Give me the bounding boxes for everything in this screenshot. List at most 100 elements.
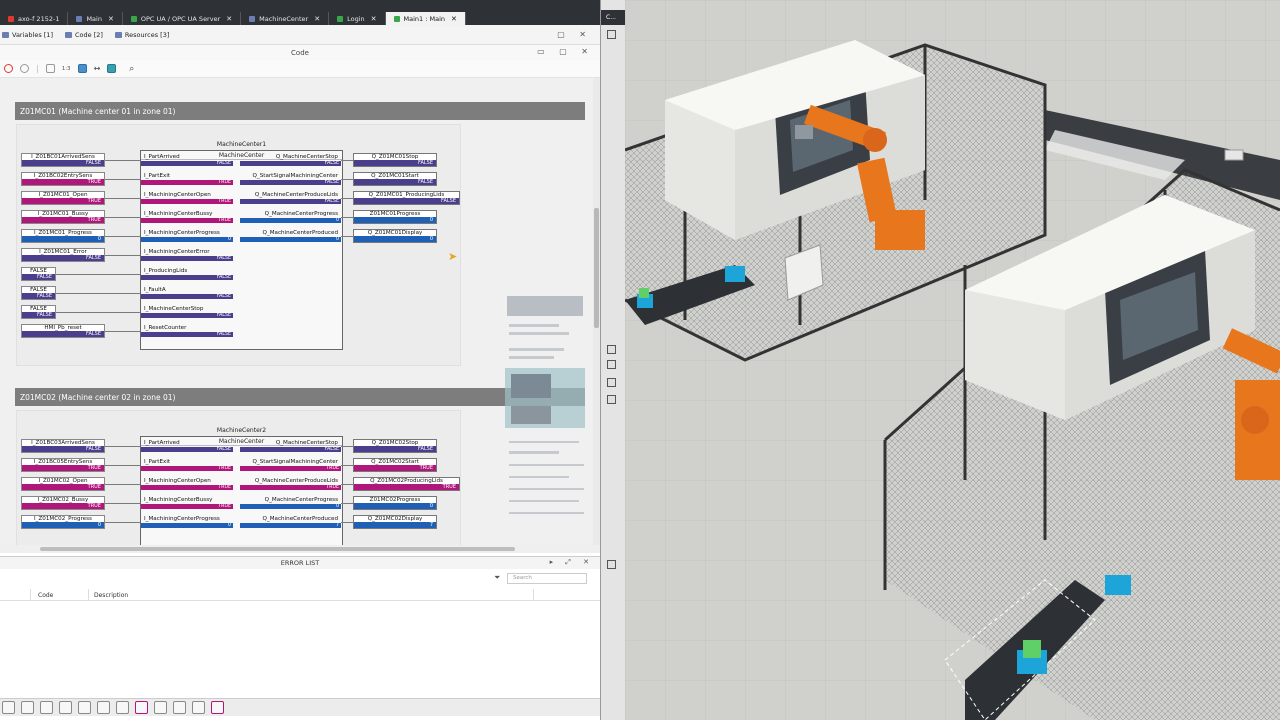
function-block[interactable]: MachineCenter — [140, 436, 343, 545]
input-variable[interactable]: I_Z01MC01_Progress 0 — [21, 229, 105, 243]
output-variable[interactable]: Q_Z01MC02Display 7 — [353, 515, 437, 529]
fit-icon[interactable] — [77, 64, 87, 73]
side-pin-icon[interactable] — [607, 30, 616, 39]
output-variable[interactable]: Q_Z01MC01Stop FALSE — [353, 153, 437, 167]
tab-0[interactable]: axo-f 2152-1 — [0, 12, 69, 25]
section-header[interactable]: Z01MC02 (Machine center 02 in zone 01) — [15, 388, 585, 406]
fb-output-pin[interactable]: Q_MachineCenterStop FALSE — [240, 439, 341, 452]
input-variable[interactable]: I_Z01MC02_Bussy TRUE — [21, 496, 105, 510]
fb-input-pin[interactable]: I_PartExit TRUE — [141, 458, 233, 471]
fb-input-pin[interactable]: I_ProducingLids FALSE — [141, 267, 233, 280]
output-variable[interactable]: Z01MC02Progress 0 — [353, 496, 437, 510]
fb-output-pin[interactable]: Q_MachineCenterProduceLids FALSE — [240, 191, 341, 204]
fb-input-pin[interactable]: I_MachiningCenterBussy TRUE — [141, 496, 233, 509]
tab-close-icon[interactable]: ✕ — [451, 15, 457, 23]
output-variable[interactable]: Q_Z01MC01_ProducingLids FALSE — [353, 191, 460, 205]
bottom-tool-icon[interactable] — [78, 701, 91, 714]
bottom-tool-icon[interactable] — [40, 701, 53, 714]
output-variable[interactable]: Q_Z01MC02ProducingLids TRUE — [353, 477, 460, 491]
subtab-code[interactable]: Code [2] — [63, 31, 113, 39]
output-variable[interactable]: Q_Z01MC02Start TRUE — [353, 458, 437, 472]
fb-output-pin[interactable]: Q_StartSignalMachiningCenter TRUE — [240, 458, 341, 471]
bottom-tool-icon[interactable] — [116, 701, 129, 714]
side-chevron-icon[interactable] — [607, 395, 616, 404]
constant-input[interactable]: FALSE FALSE — [21, 305, 56, 319]
bottom-tool-icon[interactable] — [211, 701, 224, 714]
hscroll-thumb[interactable] — [40, 547, 515, 551]
input-variable[interactable]: I_Z01BC03ArrivedSens FALSE — [21, 439, 105, 453]
tab-2[interactable]: OPC UA / OPC UA Server ✕ — [123, 12, 242, 25]
factory-3d-view[interactable] — [625, 0, 1280, 720]
record-icon[interactable] — [20, 64, 29, 73]
bottom-tool-icon[interactable] — [154, 701, 167, 714]
section-header[interactable]: Z01MC01 (Machine center 01 in zone 01) — [15, 102, 585, 120]
fb-output-pin[interactable]: Q_MachineCenterProduceLids TRUE — [240, 477, 341, 490]
panel-controls[interactable]: ▢ ✕ — [557, 30, 592, 39]
bottom-tool-icon[interactable] — [2, 701, 15, 714]
fb-input-pin[interactable]: I_MachiningCenterBussy TRUE — [141, 210, 233, 223]
tab-4[interactable]: Login ✕ — [329, 12, 386, 25]
horizontal-scrollbar[interactable] — [0, 545, 600, 553]
tab-close-icon[interactable]: ✕ — [371, 15, 377, 23]
output-variable[interactable]: Q_Z01MC01Display 0 — [353, 229, 437, 243]
side-grid-icon[interactable] — [607, 360, 616, 369]
input-variable[interactable]: I_Z01MC02_Open TRUE — [21, 477, 105, 491]
bottom-tool-icon[interactable] — [21, 701, 34, 714]
tab-close-icon[interactable]: ✕ — [108, 15, 114, 23]
bottom-tool-icon[interactable] — [192, 701, 205, 714]
vertical-scrollbar[interactable] — [593, 78, 600, 545]
fb-input-pin[interactable]: I_MachiningCenterError FALSE — [141, 248, 233, 261]
output-variable[interactable]: Q_Z01MC01Start FALSE — [353, 172, 437, 186]
fb-input-pin[interactable]: I_PartArrived FALSE — [141, 153, 233, 166]
fb-input-pin[interactable]: I_MachiningCenterOpen TRUE — [141, 477, 233, 490]
input-variable[interactable]: I_Z01MC01_Error FALSE — [21, 248, 105, 262]
output-variable[interactable]: Q_Z01MC02Stop FALSE — [353, 439, 437, 453]
filter-icon[interactable]: ⏷ — [494, 573, 500, 583]
tab-5[interactable]: Main1 : Main ✕ — [385, 12, 466, 25]
vscroll-thumb[interactable] — [594, 208, 599, 328]
tab-1[interactable]: Main ✕ — [68, 12, 123, 25]
fb-output-pin[interactable]: Q_MachineCenterStop FALSE — [240, 153, 341, 166]
fb-input-pin[interactable]: I_MachineCenterStop FALSE — [141, 305, 233, 318]
side-tab[interactable]: C... — [601, 10, 626, 25]
error-list-controls[interactable]: ▸ ⤢ ✕ — [550, 558, 594, 567]
select-icon[interactable] — [107, 64, 117, 73]
fb-output-pin[interactable]: Q_MachineCenterProduced 0 — [240, 229, 341, 242]
fb-input-pin[interactable]: I_PartExit TRUE — [141, 172, 233, 185]
tab-close-icon[interactable]: ✕ — [314, 15, 320, 23]
fb-output-pin[interactable]: Q_MachineCenterProduced 7 — [240, 515, 341, 528]
code-panel-controls[interactable]: ▭ ▢ ✕ — [537, 47, 594, 56]
input-variable[interactable]: I_Z01BC01ArrivedSens FALSE — [21, 153, 105, 167]
grid-icon[interactable] — [45, 64, 55, 73]
subtab-resources[interactable]: Resources [3] — [113, 31, 179, 39]
constant-input[interactable]: FALSE FALSE — [21, 286, 56, 300]
input-variable[interactable]: I_Z01MC01_Open TRUE — [21, 191, 105, 205]
bottom-tool-icon[interactable] — [173, 701, 186, 714]
subtab-variables[interactable]: Variables [1] — [0, 31, 63, 39]
fb-input-pin[interactable]: I_ResetCounter FALSE — [141, 324, 233, 337]
fb-input-pin[interactable]: I_MachiningCenterProgress 0 — [141, 515, 233, 528]
fb-input-pin[interactable]: I_MachiningCenterProgress 0 — [141, 229, 233, 242]
bottom-tool-icon[interactable] — [59, 701, 72, 714]
bottom-tool-icon[interactable] — [135, 701, 148, 714]
fb-output-pin[interactable]: Q_MachineCenterProgress 0 — [240, 210, 341, 223]
fb-input-pin[interactable]: I_FaultA FALSE — [141, 286, 233, 299]
side-list-icon[interactable] — [607, 378, 616, 387]
pan-icon[interactable]: ↔ — [94, 64, 101, 73]
input-variable[interactable]: HMI_Pb_reset FALSE — [21, 324, 105, 338]
input-variable[interactable]: I_Z01BC05EntrySens TRUE — [21, 458, 105, 472]
canvas-minimap[interactable] — [505, 296, 585, 546]
stop-icon[interactable] — [4, 64, 13, 73]
fb-input-pin[interactable]: I_MachiningCenterOpen TRUE — [141, 191, 233, 204]
tab-3[interactable]: MachineCenter ✕ — [241, 12, 330, 25]
fb-output-pin[interactable]: Q_StartSignalMachiningCenter FALSE — [240, 172, 341, 185]
output-variable[interactable]: Z01MC01Progress 0 — [353, 210, 437, 224]
tab-close-icon[interactable]: ✕ — [226, 15, 232, 23]
input-variable[interactable]: I_Z01MC01_Bussy TRUE — [21, 210, 105, 224]
side-panel-icon[interactable] — [607, 560, 616, 569]
bottom-tool-icon[interactable] — [97, 701, 110, 714]
error-search-input[interactable]: Search — [507, 573, 587, 584]
column-description[interactable]: Description — [94, 592, 128, 599]
constant-input[interactable]: FALSE FALSE — [21, 267, 56, 281]
input-variable[interactable]: I_Z01MC02_Progress 0 — [21, 515, 105, 529]
